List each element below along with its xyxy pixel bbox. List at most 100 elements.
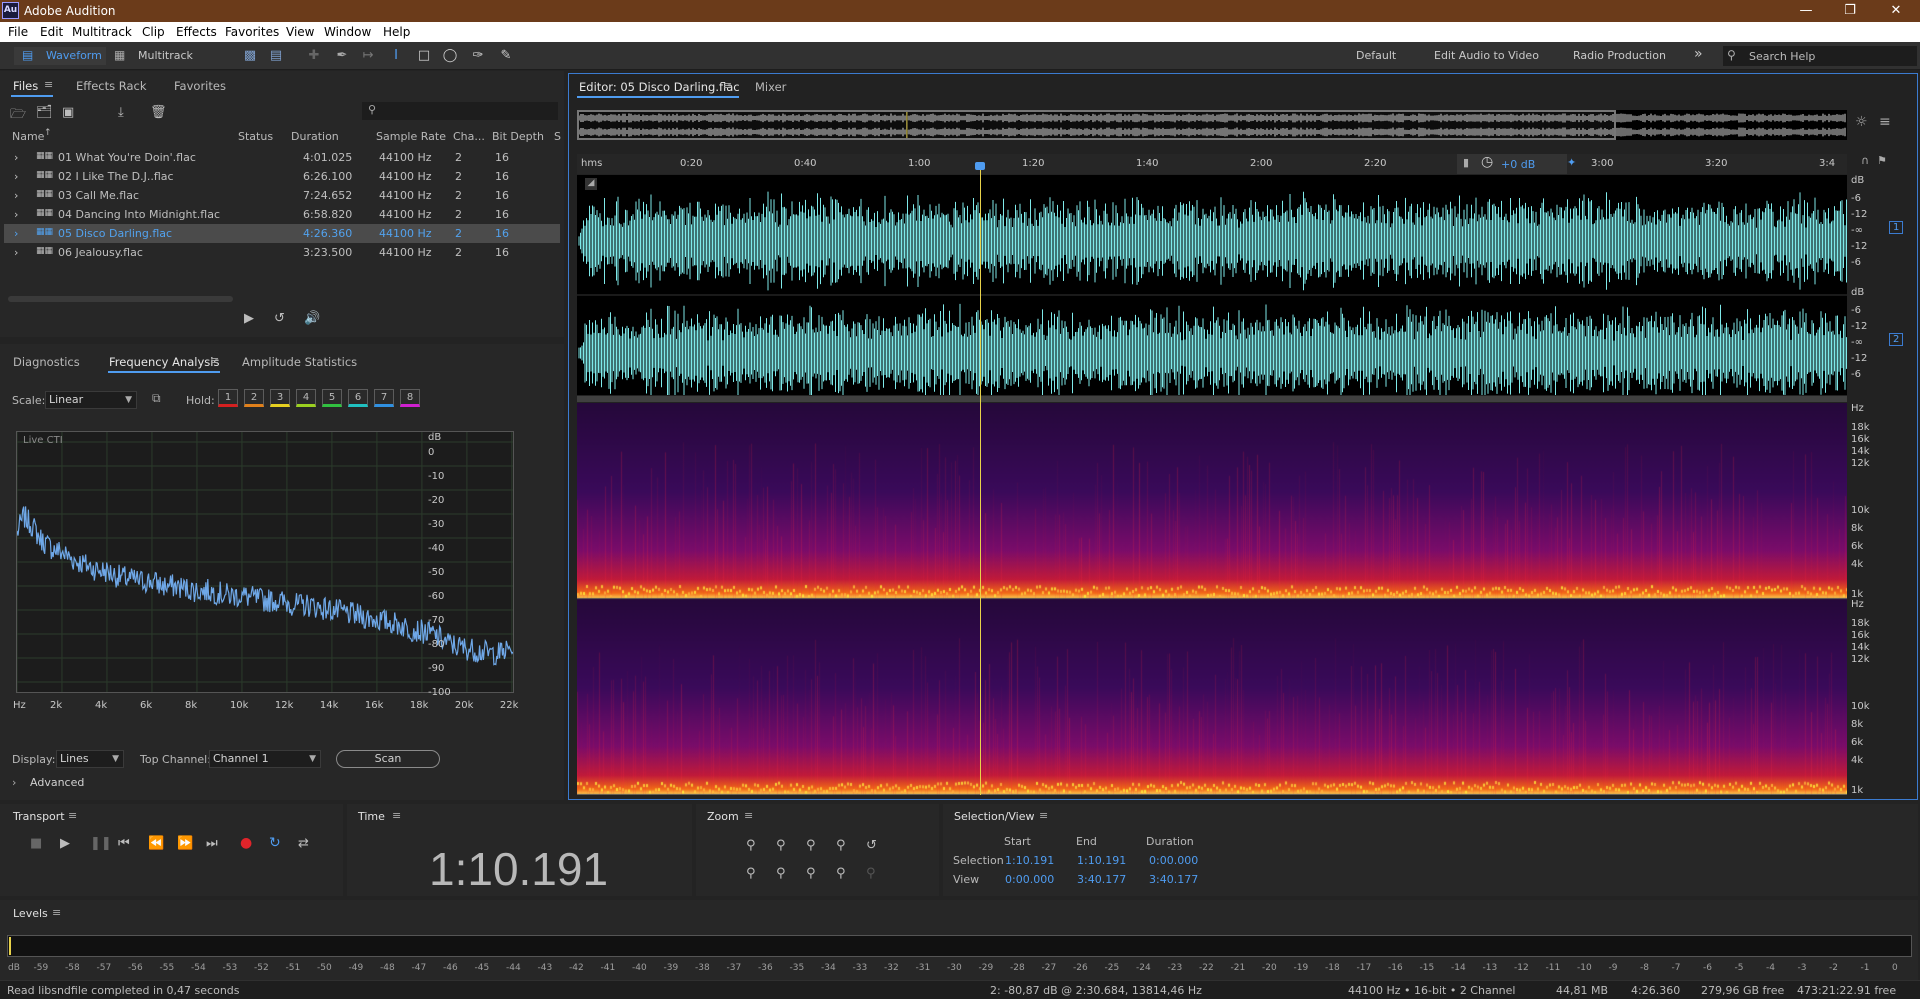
hold-button-5[interactable]: 5 bbox=[322, 389, 342, 407]
menu-view[interactable]: View bbox=[286, 25, 314, 39]
slip-tool-icon[interactable]: ↦ bbox=[360, 48, 376, 64]
panel-menu-icon[interactable]: ≡ bbox=[744, 809, 753, 822]
search-help-field[interactable]: ⚲ Search Help bbox=[1723, 46, 1917, 66]
panel-menu-icon[interactable]: ≡ bbox=[52, 906, 61, 919]
auto-play-icon[interactable]: 🔊 bbox=[304, 311, 320, 326]
view-duration-value[interactable]: 3:40.177 bbox=[1149, 873, 1198, 886]
display-dropdown[interactable]: Lines ▼ bbox=[56, 750, 124, 768]
hold-button-3[interactable]: 3 bbox=[270, 389, 290, 407]
column-channels[interactable]: Cha... bbox=[453, 130, 485, 143]
tab-mixer[interactable]: Mixer bbox=[755, 80, 786, 94]
zoom-to-selection-icon[interactable]: ⚲ bbox=[806, 866, 816, 881]
loop-playback-icon[interactable]: ↻ bbox=[269, 835, 281, 851]
panel-options-icon[interactable]: ≡ bbox=[1879, 114, 1891, 130]
expand-icon[interactable]: › bbox=[14, 170, 18, 183]
zoom-out-amplitude-icon[interactable]: ⚲ bbox=[776, 838, 786, 853]
rewind-icon[interactable]: ⏪ bbox=[148, 836, 164, 851]
record-icon[interactable]: ● bbox=[240, 835, 252, 851]
scale-dropdown[interactable]: Linear ▼ bbox=[45, 391, 137, 409]
open-file-icon[interactable]: 🗁 bbox=[10, 105, 26, 127]
tab-frequency-analysis[interactable]: Frequency Analysis bbox=[109, 355, 219, 369]
file-row-selected[interactable]: › ▦▦ 05 Disco Darling.flac 4:26.360 4410… bbox=[4, 224, 560, 243]
play-preview-icon[interactable]: ▶ bbox=[244, 311, 254, 326]
advanced-toggle[interactable]: Advanced bbox=[30, 776, 84, 789]
hold-button-8[interactable]: 8 bbox=[400, 389, 420, 407]
expand-icon[interactable]: › bbox=[14, 227, 18, 240]
column-sample-rate[interactable]: Sample Rate bbox=[376, 130, 446, 143]
display-splitter[interactable] bbox=[577, 396, 1847, 402]
menu-window[interactable]: Window bbox=[324, 25, 371, 39]
file-row[interactable]: › ▦▦ 01 What You're Doin'.flac 4:01.025 … bbox=[4, 148, 560, 167]
scan-button[interactable]: Scan bbox=[336, 750, 440, 768]
import-file-icon[interactable]: 🗂 bbox=[36, 105, 53, 120]
expand-icon[interactable]: › bbox=[14, 151, 18, 164]
move-tool-icon[interactable]: ✚ bbox=[306, 48, 322, 64]
overview-view-range[interactable] bbox=[577, 110, 1616, 140]
expand-icon[interactable]: › bbox=[14, 246, 18, 259]
lasso-tool-icon[interactable]: ◯ bbox=[442, 48, 458, 64]
workspace-edit-audio-to-video[interactable]: Edit Audio to Video bbox=[1434, 49, 1539, 62]
skip-to-end-icon[interactable]: ⏭ bbox=[206, 836, 218, 851]
delete-icon[interactable]: 🗑 bbox=[150, 105, 167, 120]
pin-hud-icon[interactable]: ✦ bbox=[1567, 156, 1576, 169]
tab-amplitude-statistics[interactable]: Amplitude Statistics bbox=[242, 355, 357, 369]
clip-gain-icon[interactable]: ◢ bbox=[585, 178, 597, 190]
zoom-out-time-icon[interactable]: ⚲ bbox=[776, 866, 786, 881]
selection-end-value[interactable]: 1:10.191 bbox=[1077, 854, 1126, 867]
channel-tag[interactable]: 1 bbox=[1889, 221, 1904, 234]
column-more[interactable]: S bbox=[554, 130, 561, 143]
file-row[interactable]: › ▦▦ 06 Jealousy.flac 3:23.500 44100 Hz … bbox=[4, 243, 560, 262]
hold-button-4[interactable]: 4 bbox=[296, 389, 316, 407]
expand-icon[interactable]: › bbox=[12, 776, 16, 789]
tab-effects-rack[interactable]: Effects Rack bbox=[76, 79, 147, 93]
panel-menu-icon[interactable]: ≡ bbox=[68, 809, 77, 822]
more-workspaces-icon[interactable]: » bbox=[1694, 46, 1703, 62]
panel-menu-icon[interactable]: ≡ bbox=[44, 78, 53, 91]
hud-volume[interactable]: ▮ ◷ +0 dB bbox=[1457, 154, 1567, 174]
view-end-value[interactable]: 3:40.177 bbox=[1077, 873, 1126, 886]
view-start-value[interactable]: 0:00.000 bbox=[1005, 873, 1054, 886]
panel-menu-icon[interactable]: ≡ bbox=[210, 354, 219, 367]
column-name[interactable]: Name bbox=[12, 130, 44, 143]
multitrack-mode-button[interactable]: ▦ Multitrack bbox=[112, 47, 200, 65]
pitch-display-icon[interactable]: ▤ bbox=[268, 48, 284, 64]
column-bit-depth[interactable]: Bit Depth bbox=[492, 130, 544, 143]
menu-effects[interactable]: Effects bbox=[176, 25, 217, 39]
zoom-reset-icon[interactable]: ↺ bbox=[866, 838, 877, 853]
volume-knob-icon[interactable]: ◷ bbox=[1481, 154, 1493, 170]
expand-icon[interactable]: › bbox=[14, 208, 18, 221]
hold-button-2[interactable]: 2 bbox=[244, 389, 264, 407]
panel-menu-icon[interactable]: ≡ bbox=[392, 809, 401, 822]
menu-file[interactable]: File bbox=[8, 25, 28, 39]
workspace-default[interactable]: Default bbox=[1356, 49, 1396, 62]
play-icon[interactable]: ▶ bbox=[60, 836, 70, 851]
file-row[interactable]: › ▦▦ 03 Call Me.flac 7:24.652 44100 Hz 2… bbox=[4, 186, 560, 205]
time-ruler[interactable]: hms 0:20 0:40 1:00 1:20 1:40 2:00 2:20 3:00 3:20… bbox=[577, 154, 1847, 174]
maximize-icon[interactable]: ❐ bbox=[1830, 1, 1870, 21]
razor-tool-icon[interactable]: ✒ bbox=[334, 48, 350, 64]
zoom-in-amplitude-icon[interactable]: ⚲ bbox=[746, 838, 756, 853]
file-row[interactable]: › ▦▦ 02 I Like The D.J..flac 6:26.100 44… bbox=[4, 167, 560, 186]
zoom-navigator-icon[interactable]: ☼ bbox=[1855, 114, 1868, 130]
spectral-display-icon[interactable]: ▩ bbox=[242, 48, 258, 64]
time-selection-tool-icon[interactable]: I bbox=[388, 48, 404, 64]
new-file-icon[interactable]: ▣ bbox=[62, 105, 74, 120]
panel-menu-icon[interactable]: ≡ bbox=[723, 79, 732, 92]
tab-favorites[interactable]: Favorites bbox=[174, 79, 226, 93]
fast-forward-icon[interactable]: ⏩ bbox=[177, 836, 193, 851]
spectral-display[interactable] bbox=[577, 403, 1847, 795]
stop-icon[interactable]: ■ bbox=[30, 836, 42, 851]
close-icon[interactable]: ✕ bbox=[1876, 1, 1916, 21]
tab-editor[interactable]: Editor: 05 Disco Darling.flac bbox=[579, 80, 740, 94]
skip-selection-icon[interactable]: ⇄ bbox=[298, 836, 309, 851]
spot-healing-tool-icon[interactable]: ✎ bbox=[498, 48, 514, 64]
copy-icon[interactable]: ⧉ bbox=[152, 391, 161, 406]
zoom-in-selection-icon[interactable]: ⚲ bbox=[836, 838, 846, 853]
zoom-out-full-icon[interactable]: ⚲ bbox=[746, 866, 756, 881]
overview-navigator[interactable] bbox=[576, 110, 1847, 140]
skip-to-start-icon[interactable]: ⏮ bbox=[118, 836, 130, 851]
hold-button-1[interactable]: 1 bbox=[218, 389, 238, 407]
menu-clip[interactable]: Clip bbox=[142, 25, 165, 39]
selection-duration-value[interactable]: 0:00.000 bbox=[1149, 854, 1198, 867]
file-row[interactable]: › ▦▦ 04 Dancing Into Midnight.flac 6:58.… bbox=[4, 205, 560, 224]
